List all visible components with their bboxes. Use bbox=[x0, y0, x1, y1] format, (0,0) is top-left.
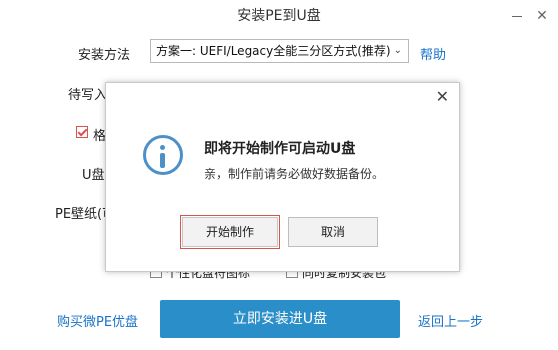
chevron-down-icon: ⌄ bbox=[393, 45, 402, 56]
dialog-message: 亲，制作前请务必做好数据备份。 bbox=[204, 167, 385, 181]
install-method-value: 方案一: UEFI/Legacy全能三分区方式(推荐) bbox=[156, 44, 391, 58]
pending-label: 待写入 bbox=[68, 88, 108, 103]
buy-link[interactable]: 购买微PE优盘 bbox=[57, 311, 138, 330]
install-to-usb-button[interactable]: 立即安装进U盘 bbox=[160, 300, 400, 338]
install-method-label: 安装方法 bbox=[78, 48, 131, 63]
window-title: 安装PE到U盘 bbox=[237, 8, 321, 24]
info-icon bbox=[143, 135, 183, 175]
install-method-select[interactable]: 方案一: UEFI/Legacy全能三分区方式(推荐) ⌄ bbox=[150, 39, 409, 63]
format-checkbox[interactable] bbox=[76, 126, 88, 138]
help-link[interactable]: 帮助 bbox=[420, 44, 446, 63]
window-close-button[interactable]: ✕ bbox=[534, 8, 550, 24]
udisk-label: U盘 bbox=[82, 168, 105, 183]
confirm-dialog: ✕ 即将开始制作可启动U盘 亲，制作前请务必做好数据备份。 开始制作 取消 bbox=[105, 82, 460, 272]
back-link[interactable]: 返回上一步 bbox=[418, 311, 483, 330]
cancel-button[interactable]: 取消 bbox=[288, 217, 378, 247]
start-button[interactable]: 开始制作 bbox=[180, 215, 280, 249]
dialog-title: 即将开始制作可启动U盘 bbox=[204, 141, 356, 157]
installer-window: 安装PE到U盘 ✕ 安装方法 方案一: UEFI/Legacy全能三分区方式(推… bbox=[0, 0, 558, 350]
close-icon[interactable]: ✕ bbox=[436, 87, 449, 106]
minimize-button[interactable] bbox=[509, 8, 525, 24]
